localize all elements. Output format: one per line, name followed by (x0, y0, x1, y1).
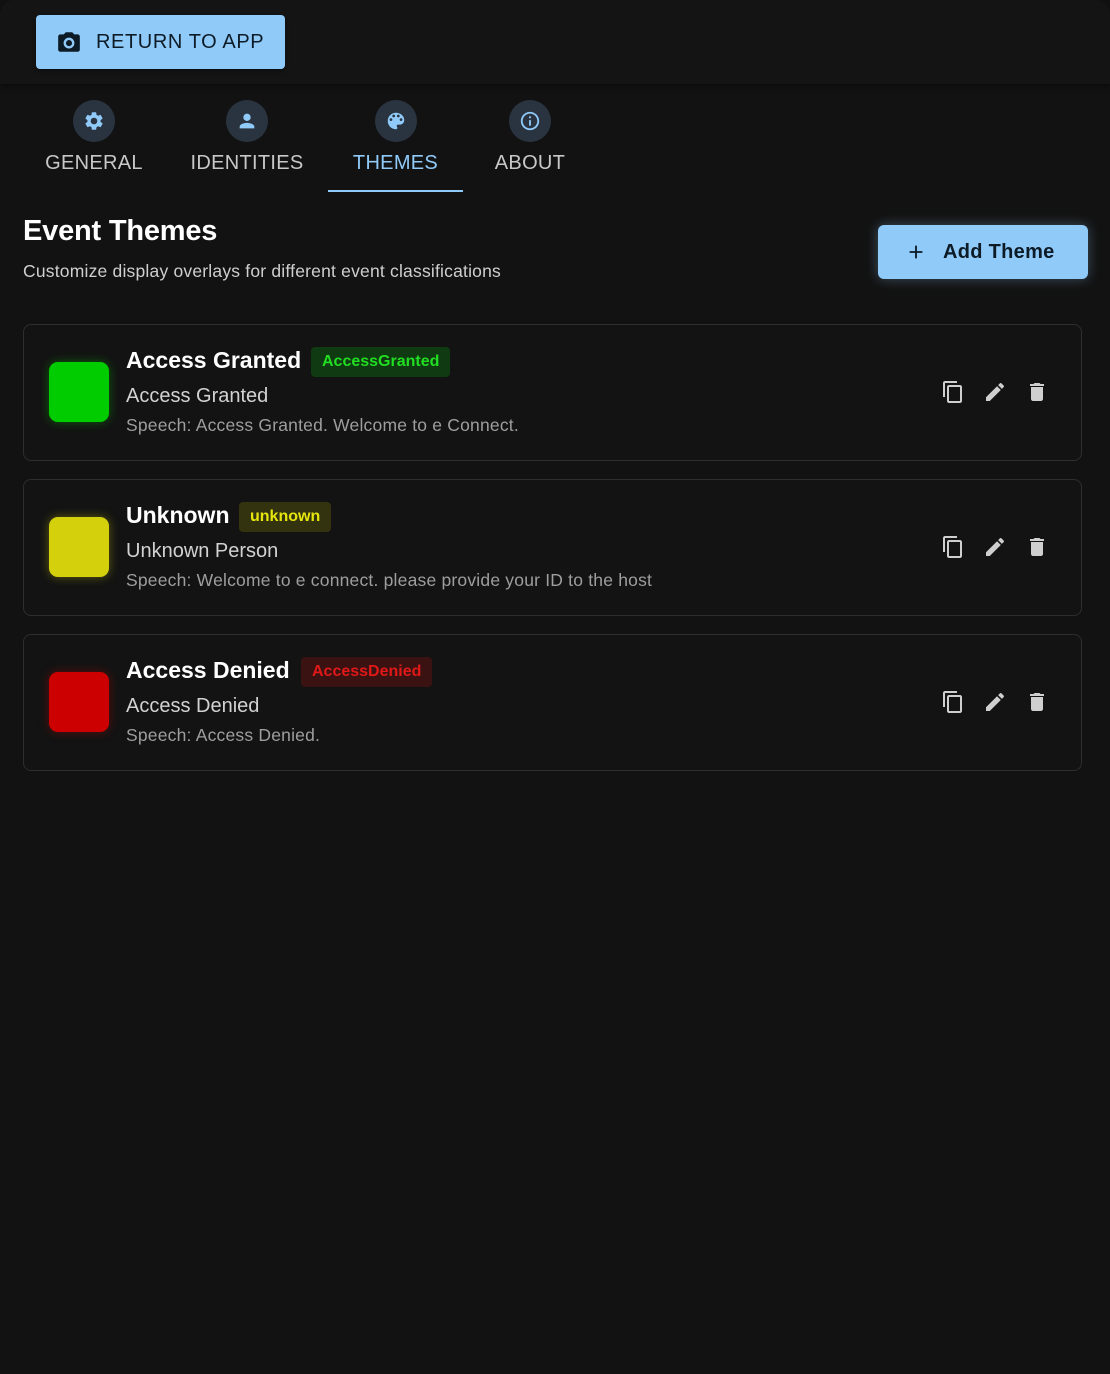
tab-about-label: ABOUT (494, 152, 566, 174)
theme-speech-text: Speech: Welcome to e connect. please pro… (126, 570, 653, 590)
delete-icon[interactable] (1025, 690, 1049, 714)
info-icon (509, 100, 551, 142)
copy-icon[interactable] (941, 535, 965, 559)
tab-general-label: GENERAL (45, 152, 143, 174)
camera-icon (56, 29, 82, 55)
gear-icon (73, 100, 115, 142)
edit-icon[interactable] (983, 690, 1007, 714)
top-bar: RETURN TO APP (0, 0, 1110, 84)
theme-overlay-text: Unknown Person (126, 540, 279, 562)
delete-icon[interactable] (1025, 535, 1049, 559)
tab-identities[interactable]: IDENTITIES (173, 90, 321, 192)
edit-icon[interactable] (983, 380, 1007, 404)
theme-color-swatch (49, 517, 109, 577)
theme-card: Access Granted AccessGranted Access Gran… (23, 324, 1082, 461)
theme-key-badge: AccessGranted (311, 347, 451, 377)
theme-actions (941, 380, 1049, 404)
palette-icon (374, 100, 417, 142)
theme-color-swatch (49, 672, 109, 732)
theme-key-badge: unknown (239, 502, 332, 532)
theme-name: Access Granted (126, 347, 302, 373)
tab-about[interactable]: ABOUT (488, 90, 572, 192)
add-theme-button[interactable]: Add Theme (878, 225, 1088, 279)
copy-icon[interactable] (941, 380, 965, 404)
page-subtitle: Customize display overlays for different… (23, 261, 501, 281)
theme-card: Unknown unknown Unknown Person Speech: W… (23, 479, 1082, 616)
tab-identities-label: IDENTITIES (190, 152, 304, 174)
tab-themes-label: THEMES (352, 152, 439, 174)
theme-key-badge: AccessDenied (301, 657, 433, 687)
tab-general[interactable]: GENERAL (22, 90, 166, 192)
theme-name: Unknown (126, 502, 230, 528)
return-to-app-button[interactable]: RETURN TO APP (36, 15, 285, 69)
theme-overlay-text: Access Denied (126, 695, 260, 717)
add-theme-label: Add Theme (943, 240, 1055, 263)
theme-speech-text: Speech: Access Denied. (126, 725, 321, 745)
copy-icon[interactable] (941, 690, 965, 714)
person-icon (226, 100, 268, 142)
delete-icon[interactable] (1025, 380, 1049, 404)
page-title: Event Themes (23, 215, 218, 247)
theme-speech-text: Speech: Access Granted. Welcome to e Con… (126, 415, 519, 435)
theme-color-swatch (49, 362, 109, 422)
active-tab-indicator (328, 190, 463, 192)
plus-icon (905, 241, 927, 263)
theme-actions (941, 535, 1049, 559)
edit-icon[interactable] (983, 535, 1007, 559)
theme-actions (941, 690, 1049, 714)
theme-name: Access Denied (126, 657, 290, 683)
theme-overlay-text: Access Granted (126, 385, 269, 407)
theme-card: Access Denied AccessDenied Access Denied… (23, 634, 1082, 771)
tab-themes[interactable]: THEMES (328, 90, 463, 192)
return-to-app-label: RETURN TO APP (96, 30, 265, 53)
